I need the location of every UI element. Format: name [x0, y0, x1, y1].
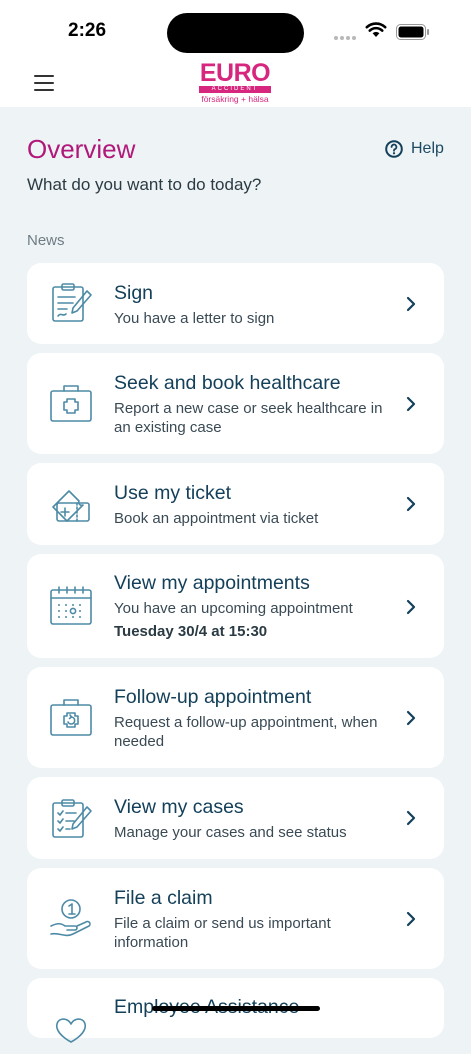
chevron-right-icon [406, 296, 416, 312]
sign-document-icon [52, 283, 92, 322]
card-description: You have a letter to sign [114, 310, 275, 327]
calendar-icon [50, 586, 92, 625]
page-title: Overview [27, 134, 136, 164]
card-title: Use my ticket [114, 482, 232, 504]
card-title: Sign [114, 282, 154, 304]
logo-band: ACCIDENT [199, 86, 271, 93]
dynamic-island [167, 13, 304, 53]
card-sign[interactable]: Sign You have a letter to sign [27, 263, 444, 344]
page-subtitle: What do you want to do today? [27, 175, 262, 194]
card-file-claim[interactable]: File a claim File a claim or send us imp… [27, 868, 444, 969]
card-description: File a claim or send us important inform… [114, 915, 331, 951]
menu-icon[interactable] [34, 75, 54, 93]
first-aid-kit-icon [50, 385, 92, 422]
card-title: Follow-up appointment [114, 686, 312, 708]
home-indicator [152, 1006, 320, 1011]
card-description: Manage your cases and see status [114, 824, 347, 841]
chevron-right-icon [406, 911, 416, 927]
appointment-datetime: Tuesday 30/4 at 15:30 [114, 623, 268, 640]
help-button[interactable]: Help [385, 140, 444, 158]
coin-hand-icon [50, 899, 91, 937]
card-title: Seek and book healthcare [114, 372, 341, 394]
cellular-signal-icon [334, 36, 356, 40]
status-bar: 2:26 [0, 0, 471, 62]
card-title: File a claim [114, 887, 213, 909]
chevron-right-icon [406, 496, 416, 512]
heart-hands-icon [56, 1018, 86, 1043]
brand-logo: EURO ACCIDENT försäkring + hälsa [197, 61, 273, 105]
card-description: Book an appointment via ticket [114, 510, 319, 527]
section-label-news: News [27, 232, 65, 249]
help-label: Help [411, 140, 444, 157]
card-description: Request a follow-up appointment, when ne… [114, 714, 378, 750]
question-circle-icon [385, 140, 403, 158]
card-seek-healthcare[interactable]: Seek and book healthcare Report a new ca… [27, 353, 444, 454]
followup-kit-icon [50, 699, 92, 736]
ticket-icon [52, 490, 90, 522]
clipboard-check-icon [52, 799, 92, 838]
chevron-right-icon [406, 810, 416, 826]
card-use-ticket[interactable]: Use my ticket Book an appointment via ti… [27, 463, 444, 545]
battery-icon [396, 24, 429, 40]
chevron-right-icon [406, 599, 416, 615]
logo-word: EURO [199, 59, 271, 87]
logo-tagline: försäkring + hälsa [201, 94, 269, 104]
chevron-right-icon [406, 396, 416, 412]
card-title: View my cases [114, 796, 244, 818]
card-follow-up[interactable]: Follow-up appointment Request a follow-u… [27, 667, 444, 768]
card-description: You have an upcoming appointment [114, 600, 353, 617]
wifi-icon [365, 22, 387, 37]
card-description: Report a new case or seek healthcare in … [114, 400, 383, 436]
card-view-cases[interactable]: View my cases Manage your cases and see … [27, 777, 444, 859]
app-header: EURO ACCIDENT försäkring + hälsa [0, 61, 471, 107]
card-title: View my appointments [114, 572, 310, 594]
card-view-appointments[interactable]: View my appointments You have an upcomin… [27, 554, 444, 658]
status-time: 2:26 [68, 20, 107, 41]
chevron-right-icon [406, 710, 416, 726]
